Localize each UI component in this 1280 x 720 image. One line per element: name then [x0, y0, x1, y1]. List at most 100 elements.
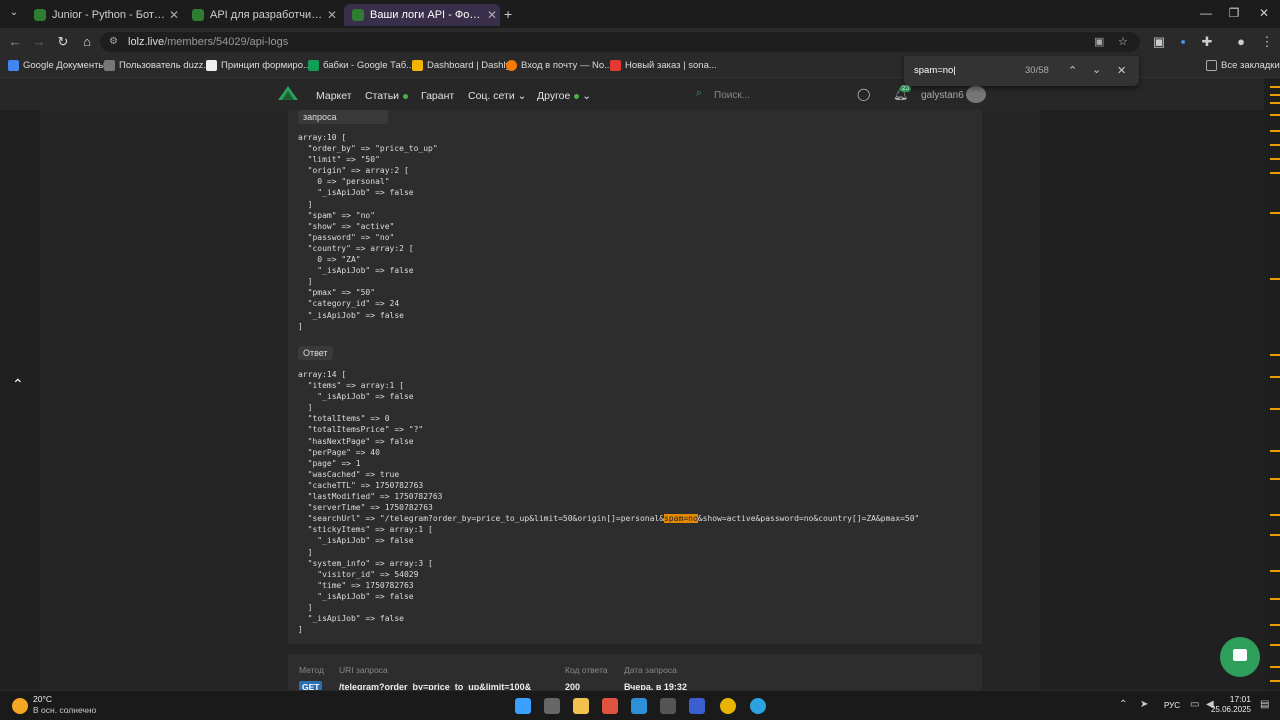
profile-icon[interactable]: ● [1232, 34, 1250, 49]
home-icon[interactable]: ⌂ [78, 34, 96, 49]
bookmark-label: Принцип формиро... [221, 60, 311, 71]
extension-icon[interactable]: ▣ [1150, 34, 1168, 50]
find-input[interactable]: spam=no| [914, 65, 956, 76]
language-indicator[interactable]: РУС [1164, 701, 1180, 710]
bookmark-user[interactable]: Пользователь duzz... [104, 60, 211, 71]
browser-menu-icon[interactable]: ⋮ [1258, 34, 1276, 50]
bookmark-mail[interactable]: Вход в почту — No... [506, 60, 612, 71]
close-icon[interactable]: ✕ [324, 8, 340, 22]
find-mark [1270, 354, 1280, 356]
find-next-icon[interactable]: ⌄ [1092, 63, 1101, 76]
all-bookmarks[interactable]: Все закладки [1206, 60, 1280, 71]
find-mark [1270, 666, 1280, 668]
tray-chevron-up-icon[interactable]: ⌃ [1119, 699, 1127, 710]
new-tab-icon[interactable]: + [504, 6, 512, 22]
site-info-icon[interactable]: ⚙ [109, 32, 118, 52]
site-search-input[interactable]: Поиск... [714, 90, 750, 101]
translate-icon[interactable]: ▣ [1094, 32, 1104, 52]
col-code: Код ответа [565, 665, 608, 675]
header-label: Дата запроса [624, 665, 677, 675]
find-highlight: spam=no [664, 514, 698, 524]
order-icon [610, 60, 621, 71]
bookmark-label: Новый заказ | sona... [625, 60, 717, 71]
close-icon[interactable]: ✕ [166, 8, 182, 22]
find-close-icon[interactable]: ✕ [1117, 64, 1126, 77]
find-mark [1270, 172, 1280, 174]
close-icon[interactable]: ✕ [484, 8, 500, 22]
find-mark [1270, 102, 1280, 104]
close-window-icon[interactable]: ✕ [1254, 6, 1274, 20]
app-dark-icon[interactable] [660, 698, 676, 714]
app-red-icon[interactable] [602, 698, 618, 714]
url-input[interactable]: ⚙ lolz.live/members/54029/api-logs ▣ ☆ [100, 32, 1140, 52]
bookmark-new-order[interactable]: Новый заказ | sona... [610, 60, 717, 71]
clock-time[interactable]: 17:01 [1227, 694, 1251, 704]
find-mark [1270, 570, 1280, 572]
forward-icon[interactable]: → [30, 34, 48, 49]
weather-sun-icon[interactable] [12, 698, 28, 714]
find-mark [1270, 514, 1280, 516]
response-text-b: &show=active&password=no&country[]=ZA&pm… [298, 514, 920, 635]
app-blue-icon[interactable] [689, 698, 705, 714]
all-bookmarks-label: Все закладки [1221, 60, 1280, 71]
menu-garant[interactable]: Гарант [421, 90, 454, 102]
menu-articles[interactable]: Статьи [365, 90, 409, 102]
find-mark [1270, 534, 1280, 536]
file-explorer-icon[interactable] [573, 698, 589, 714]
reload-icon[interactable]: ↻ [54, 34, 72, 50]
tray-telegram-icon[interactable]: ➤ [1140, 699, 1148, 710]
bookmark-google-docs[interactable]: Google Документы [8, 60, 105, 71]
weather-temp[interactable]: 20°C [33, 694, 52, 704]
username[interactable]: galystan6 [921, 90, 964, 101]
chat-button[interactable] [1220, 637, 1260, 677]
find-mark [1270, 478, 1280, 480]
find-count: 30/58 [1025, 65, 1049, 76]
scroll-top-icon[interactable]: ⌃ [12, 376, 24, 393]
response-body: array:14 [ "items" => array:1 [ "_isApiJ… [298, 369, 919, 635]
docs-icon [8, 60, 19, 71]
clock-date[interactable]: 25.06.2025 [1201, 705, 1251, 714]
menu-market[interactable]: Маркет [316, 90, 352, 102]
extension-vk-icon[interactable]: ▪ [1174, 34, 1192, 49]
lolz-logo-icon[interactable] [276, 84, 300, 104]
start-windows-icon[interactable] [515, 698, 531, 714]
search-icon[interactable]: ⌕ [696, 87, 702, 100]
col-date: Дата запроса [624, 665, 677, 675]
tab-junior[interactable]: Junior - Python - Бот - Софт - С ✕ [26, 4, 182, 26]
find-mark [1270, 680, 1280, 682]
task-view-icon[interactable] [544, 698, 560, 714]
header-label: Метод [299, 665, 324, 675]
minimize-icon[interactable]: — [1196, 6, 1216, 20]
bookmark-star-icon[interactable]: ☆ [1118, 32, 1128, 52]
notifications-icon[interactable]: ▤ [1260, 699, 1269, 710]
tab-api-dev[interactable]: API для разработчика - Форум ✕ [184, 4, 340, 26]
chrome-icon[interactable] [720, 698, 736, 714]
store-icon[interactable] [631, 698, 647, 714]
avatar[interactable] [966, 86, 986, 103]
time-label: 17:01 [1229, 694, 1251, 704]
maximize-icon[interactable]: ❐ [1224, 6, 1244, 20]
bookmark-dashly[interactable]: Dashboard | Dashly [412, 60, 510, 71]
bookmark-principle[interactable]: Принцип формиро... [206, 60, 311, 71]
extensions-puzzle-icon[interactable]: ✚ [1198, 34, 1216, 50]
menu-social[interactable]: Соц. сети ⌄ [468, 90, 526, 102]
chat-bubble-icon[interactable]: ◯ [857, 87, 870, 101]
find-prev-icon[interactable]: ⌃ [1068, 64, 1077, 77]
address-bar-row: ← → ↻ ⌂ ⚙ lolz.live/members/54029/api-lo… [0, 28, 1280, 56]
request-label: запроса [298, 110, 388, 124]
menu-other[interactable]: Другое ⌄ [537, 90, 591, 102]
logs-table: Метод URI запроса Код ответа Дата запрос… [288, 654, 982, 694]
temp-label: 20°C [33, 694, 52, 704]
bookmark-label: Пользователь duzz... [119, 60, 212, 71]
tab-api-logs[interactable]: Ваши логи API - Форум социа ✕ [344, 4, 500, 26]
back-icon[interactable]: ← [6, 34, 24, 49]
page-scrollbar[interactable] [1264, 78, 1280, 690]
tab-title: API для разработчика - Форум [210, 9, 324, 21]
tab-search-icon[interactable]: ⌄ [6, 7, 22, 21]
bookmark-sheets[interactable]: бабки - Google Таб... [308, 60, 414, 71]
telegram-icon[interactable] [750, 698, 766, 714]
new-dot-icon [574, 93, 580, 99]
monitor-icon[interactable]: ▭ [1190, 699, 1199, 710]
response-label: Ответ [298, 346, 333, 360]
find-mark [1270, 130, 1280, 132]
